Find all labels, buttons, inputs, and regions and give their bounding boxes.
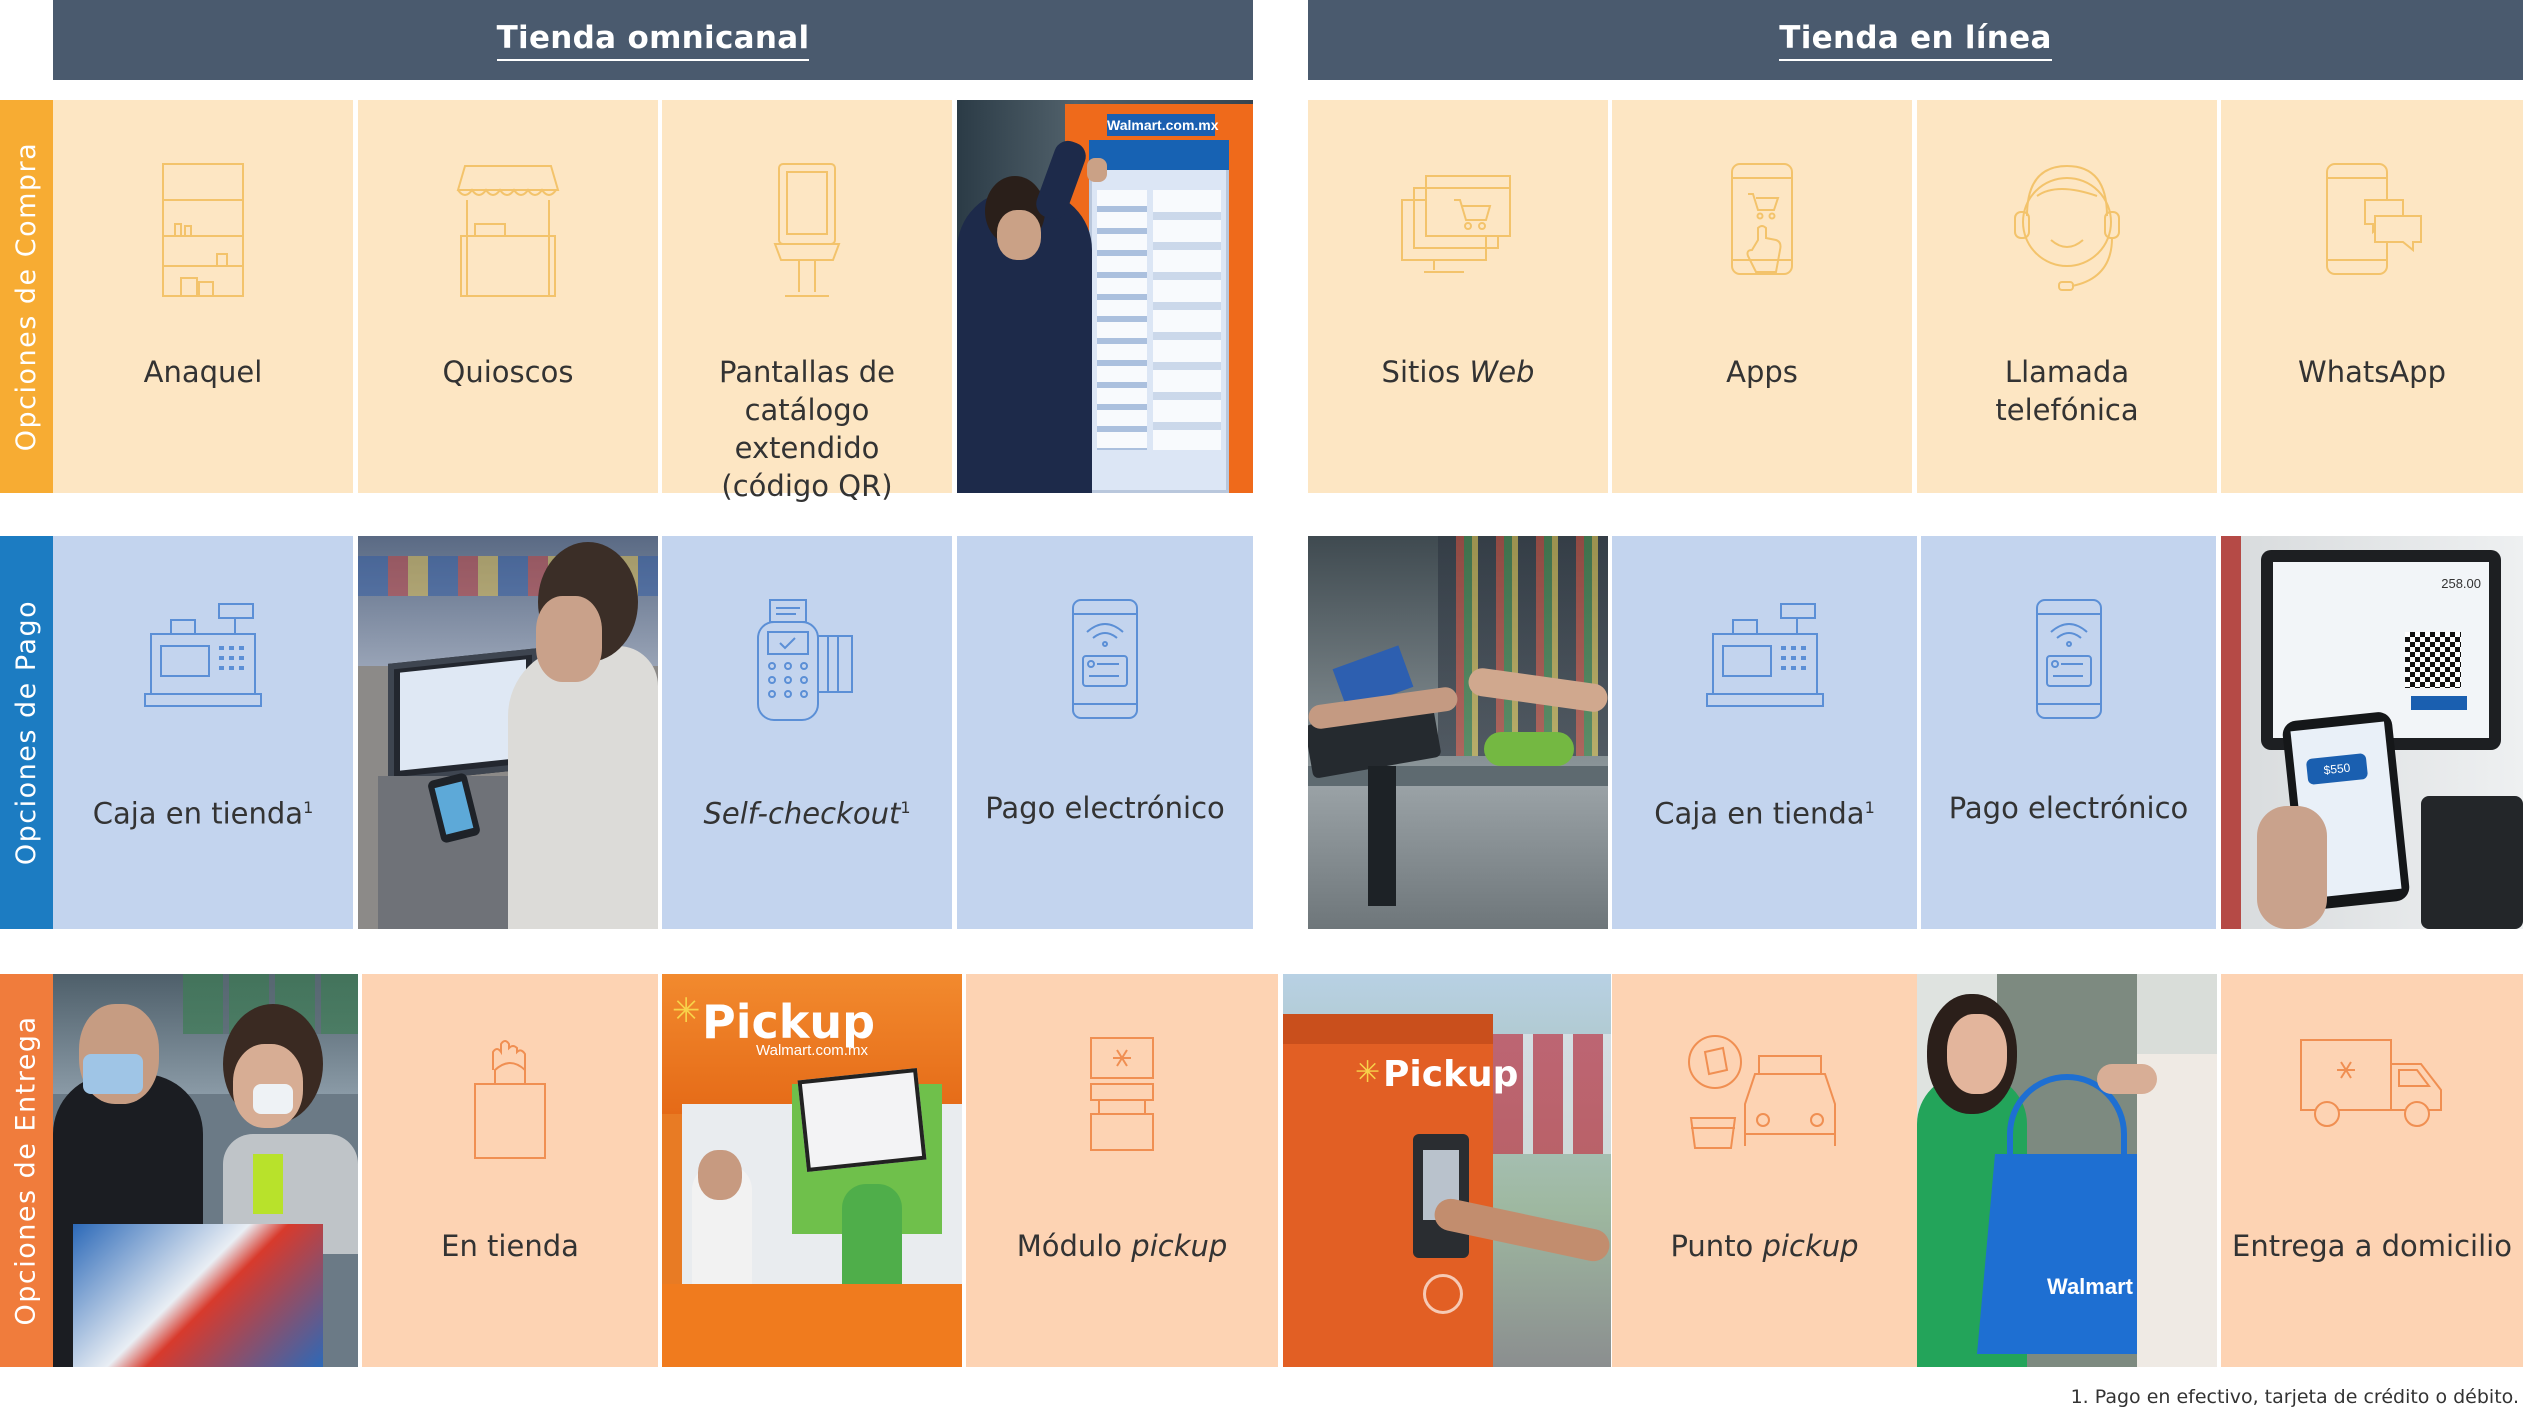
row-label-purchase-text: Opciones de Compra bbox=[11, 141, 43, 452]
label-websites: Sitios Web bbox=[1308, 353, 1608, 391]
spark-icon: ✳ bbox=[672, 992, 701, 1030]
footnote: 1. Pago en efectivo, tarjeta de crédito … bbox=[2070, 1386, 2519, 1408]
tile-online-electronic-payment: Pago electrónico bbox=[1921, 536, 2216, 929]
headset-agent-icon bbox=[2014, 164, 2120, 291]
kiosk-stand-icon bbox=[456, 165, 560, 297]
tile-online-in-store-cash: Caja en tienda1 bbox=[1612, 536, 1917, 929]
header-omnichannel-title: Tienda omnicanal bbox=[496, 20, 810, 61]
catalog-screen-icon bbox=[773, 163, 841, 297]
row-label-purchase: Opciones de Compra bbox=[0, 100, 53, 493]
chat-phone-icon bbox=[2326, 163, 2422, 275]
tile-delivery-in-store: En tienda bbox=[362, 974, 658, 1367]
label-online-in-store-cash: Caja en tienda1 bbox=[1612, 789, 1917, 833]
mobile-app-icon bbox=[1731, 163, 1793, 275]
row-label-delivery-text: Opciones de Entrega bbox=[11, 1015, 42, 1326]
shelf-icon bbox=[162, 163, 244, 297]
bag-brand: Walmart bbox=[2047, 1274, 2133, 1299]
shopping-bag-hand-icon bbox=[474, 1040, 546, 1159]
row-label-delivery: Opciones de Entrega bbox=[0, 974, 53, 1367]
pickup-kiosk-icon bbox=[1090, 1037, 1154, 1151]
label-pickup-module: Módulo pickup bbox=[966, 1227, 1278, 1265]
label-online-in-store-cash-sup: 1 bbox=[1864, 798, 1875, 817]
label-in-store-cash-text: Caja en tienda bbox=[92, 796, 304, 831]
tile-electronic-payment: Pago electrónico bbox=[957, 536, 1253, 929]
label-apps: Apps bbox=[1726, 355, 1798, 389]
label-phone-line1: Llamada bbox=[2004, 355, 2130, 389]
label-catalog-line1: Pantallas de bbox=[719, 355, 895, 389]
tile-in-store-cash: Caja en tienda1 bbox=[53, 536, 353, 929]
tile-apps: Apps bbox=[1612, 100, 1912, 493]
label-pickup-point-pre: Punto bbox=[1670, 1229, 1763, 1263]
label-catalog-line2: catálogo extendido bbox=[734, 393, 880, 465]
photo-catalog-kiosk: Walmart.com.mx bbox=[957, 100, 1253, 493]
label-self-checkout: Self-checkout1 bbox=[662, 789, 952, 833]
label-in-store-cash-sup: 1 bbox=[303, 798, 314, 817]
kiosk-screen-brand: Walmart.com.mx bbox=[1107, 114, 1219, 136]
label-self-checkout-text: Self-checkout bbox=[703, 796, 901, 831]
row-label-payment-text: Opciones de Pago bbox=[11, 599, 43, 866]
label-shelf: Anaquel bbox=[143, 355, 263, 389]
label-home-delivery: Entrega a domicilio bbox=[2232, 1229, 2512, 1263]
tile-self-checkout: Self-checkout1 bbox=[662, 536, 952, 929]
cash-register-icon bbox=[1705, 603, 1824, 707]
website-cart-icon bbox=[1401, 175, 1511, 273]
tile-kiosks: Quioscos bbox=[358, 100, 658, 493]
photo-pickup-locker: Pickup ✳ bbox=[1283, 974, 1611, 1367]
photo-self-checkout bbox=[358, 536, 658, 929]
label-electronic-payment: Pago electrónico bbox=[985, 791, 1225, 825]
tile-whatsapp: WhatsApp bbox=[2221, 100, 2523, 493]
header-online: Tienda en línea bbox=[1308, 0, 2523, 80]
pickup-sign-sub: Walmart.com.mx bbox=[756, 1042, 868, 1059]
tile-pickup-module: Módulo pickup bbox=[966, 974, 1278, 1367]
tile-catalog-screens: Pantallas de catálogo extendido (código … bbox=[662, 100, 952, 503]
label-phone-line2: telefónica bbox=[1995, 393, 2139, 427]
tile-shelf: Anaquel bbox=[53, 100, 353, 493]
spark-icon: ✳ bbox=[1355, 1056, 1381, 1089]
label-pickup-point: Punto pickup bbox=[1612, 1227, 1917, 1265]
label-catalog-line3: (código QR) bbox=[721, 469, 893, 503]
phone-contactless-icon bbox=[2035, 599, 2102, 719]
delivery-truck-icon bbox=[2300, 1039, 2442, 1127]
label-pickup-module-em: pickup bbox=[1131, 1229, 1228, 1263]
label-in-store-cash: Caja en tienda1 bbox=[53, 789, 353, 833]
row-label-payment: Opciones de Pago bbox=[0, 536, 53, 929]
label-online-electronic-payment: Pago electrónico bbox=[1948, 791, 2189, 825]
label-websites-pre: Sitios bbox=[1381, 355, 1470, 389]
tile-phone-call: Llamada telefónica bbox=[1917, 100, 2217, 493]
cash-register-icon bbox=[144, 603, 262, 707]
card-terminal-icon bbox=[757, 599, 853, 721]
label-self-checkout-sup: 1 bbox=[900, 798, 911, 817]
photo-in-store-pickup bbox=[53, 974, 358, 1367]
label-online-in-store-cash-text: Caja en tienda bbox=[1654, 796, 1865, 831]
label-delivery-in-store: En tienda bbox=[441, 1229, 579, 1263]
car-pickup-icon bbox=[1687, 1035, 1836, 1149]
header-online-title: Tienda en línea bbox=[1779, 20, 2052, 61]
photo-pickup-module: Pickup Walmart.com.mx ✳ bbox=[662, 974, 962, 1367]
photo-checkout-lane bbox=[1308, 536, 1608, 929]
pickup-locker-sign: Pickup bbox=[1383, 1054, 1519, 1095]
label-websites-em: Web bbox=[1469, 355, 1535, 389]
tile-home-delivery: Entrega a domicilio bbox=[2221, 974, 2523, 1367]
photo-qr-payment: 258.00 $550 bbox=[2221, 536, 2523, 929]
label-pickup-point-em: pickup bbox=[1762, 1229, 1859, 1263]
tile-pickup-point: Punto pickup bbox=[1612, 974, 1917, 1367]
phone-contactless-icon bbox=[1072, 599, 1138, 719]
tile-websites: Sitios Web bbox=[1308, 100, 1608, 493]
photo-home-delivery: Walmart bbox=[1917, 974, 2217, 1367]
terminal-total: 258.00 bbox=[2441, 576, 2481, 591]
label-pickup-module-pre: Módulo bbox=[1016, 1229, 1132, 1263]
header-omnichannel: Tienda omnicanal bbox=[53, 0, 1253, 80]
label-whatsapp: WhatsApp bbox=[2298, 355, 2446, 389]
label-kiosks: Quioscos bbox=[442, 355, 574, 389]
